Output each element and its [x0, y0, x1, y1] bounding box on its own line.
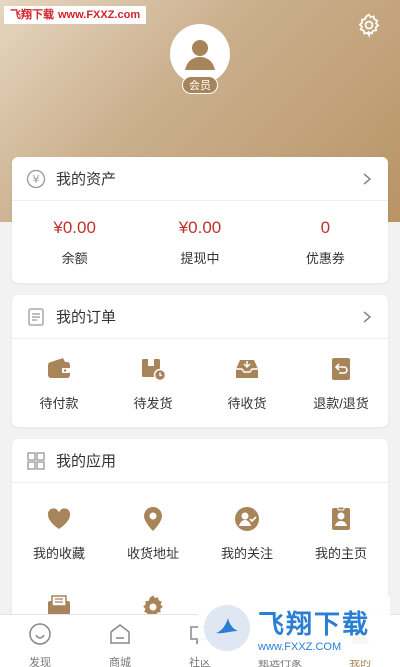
return-icon [327, 355, 355, 383]
asset-label: 优惠券 [305, 250, 345, 266]
order-pending-payment[interactable]: 待付款 [12, 355, 106, 412]
asset-value: ¥0.00 [53, 217, 96, 237]
orders-card: 我的订单 待付款 待发货 待收货 退款/退货 [12, 295, 388, 427]
order-label: 待发货 [133, 395, 173, 411]
order-label: 退款/退货 [313, 395, 369, 411]
tab-label: 商城 [109, 657, 131, 667]
watermark-logo-icon [204, 605, 250, 651]
document-list-icon [26, 307, 46, 327]
chevron-right-icon [363, 172, 372, 185]
assets-card: ¥ 我的资产 ¥0.00 余额 ¥0.00 提现中 0 优惠券 [12, 157, 388, 283]
watermark-url: www.FXXZ.com [58, 9, 141, 21]
yen-coin-icon: ¥ [26, 169, 46, 189]
watermark-brand: 飞翔下载 [10, 9, 54, 21]
order-refund[interactable]: 退款/退货 [294, 355, 388, 412]
grid-icon [26, 451, 46, 471]
watermark-brand-large: 飞翔下载 [258, 608, 371, 639]
order-label: 待付款 [39, 395, 79, 411]
settings-button[interactable] [356, 12, 382, 39]
app-label: 我的收藏 [32, 546, 85, 561]
order-pending-shipment[interactable]: 待发货 [106, 355, 200, 412]
app-address[interactable]: 收货地址 [106, 483, 200, 571]
asset-label: 余额 [61, 250, 88, 266]
user-avatar-icon [185, 40, 215, 70]
asset-withdrawing[interactable]: ¥0.00 提现中 [137, 218, 262, 267]
app-favorites[interactable]: 我的收藏 [12, 483, 106, 571]
chevron-right-icon [363, 310, 372, 323]
asset-label: 提现中 [180, 250, 220, 266]
assets-header[interactable]: ¥ 我的资产 [12, 157, 388, 201]
tab-label: 发现 [29, 657, 51, 667]
apps-header: 我的应用 [12, 439, 388, 483]
asset-value: 0 [320, 217, 331, 237]
app-label: 收货地址 [126, 546, 179, 561]
assets-title: 我的资产 [56, 171, 117, 188]
asset-balance[interactable]: ¥0.00 余额 [12, 218, 137, 267]
package-clock-icon [139, 355, 167, 383]
app-label: 我的关注 [220, 546, 273, 561]
tab-discover[interactable]: 发现 [0, 615, 80, 667]
watermark-overlay: 飞翔下载 www.FXXZ.COM [198, 596, 390, 660]
gear-icon [358, 13, 380, 39]
discover-icon [29, 623, 51, 645]
heart-icon [45, 505, 73, 533]
asset-coupons[interactable]: 0 优惠券 [263, 218, 388, 267]
orders-title: 我的订单 [56, 309, 117, 326]
profile-card-icon [327, 505, 355, 533]
asset-value: ¥0.00 [178, 217, 222, 237]
member-badge: 会员 [182, 76, 218, 94]
app-following[interactable]: 我的关注 [200, 483, 294, 571]
order-label: 待收货 [227, 395, 267, 411]
inbox-receive-icon [233, 355, 261, 383]
orders-header[interactable]: 我的订单 [12, 295, 388, 339]
avatar-circle [170, 24, 230, 84]
app-label: 我的主页 [314, 546, 367, 561]
apps-title: 我的应用 [56, 453, 117, 470]
follow-user-icon [233, 505, 261, 533]
wallet-icon [45, 355, 73, 383]
tab-shop[interactable]: 商城 [80, 615, 160, 667]
watermark-url-large: www.FXXZ.COM [258, 640, 342, 653]
location-pin-icon [139, 505, 167, 533]
shop-icon [110, 624, 130, 644]
svg-text:¥: ¥ [33, 173, 40, 186]
order-pending-receipt[interactable]: 待收货 [200, 355, 294, 412]
app-homepage[interactable]: 我的主页 [294, 483, 388, 571]
watermark-top: 飞翔下载 www.FXXZ.com [4, 6, 147, 24]
avatar[interactable]: 会员 [170, 24, 230, 100]
